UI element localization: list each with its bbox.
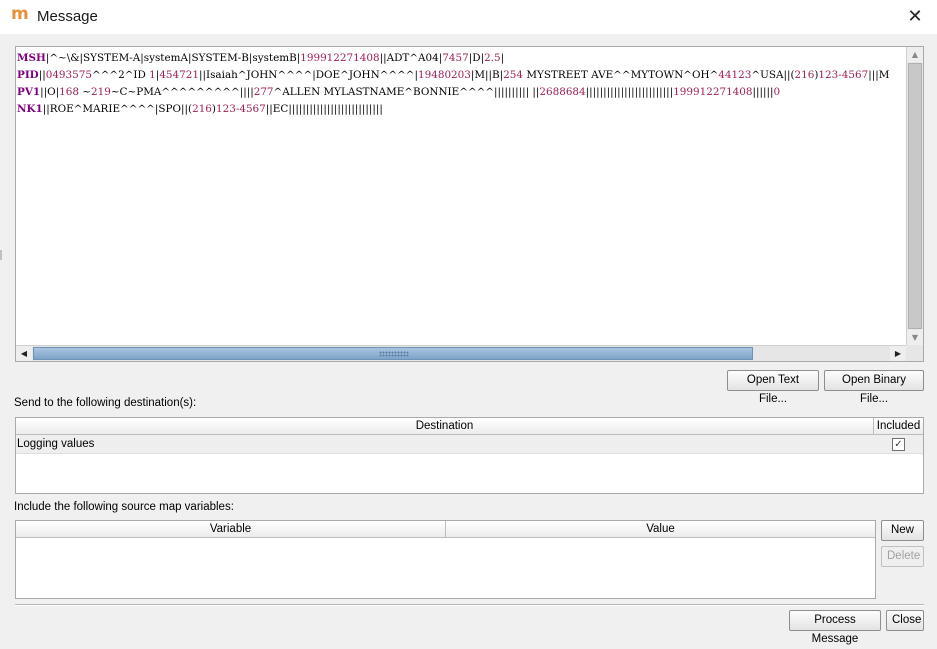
message-number: 454721 — [159, 69, 199, 81]
segment-name: NK1 — [17, 103, 43, 115]
vertical-scroll-thumb[interactable] — [908, 63, 922, 329]
included-checkbox[interactable]: ✓ — [892, 438, 905, 451]
new-variable-button[interactable]: New — [881, 520, 924, 541]
scroll-down-icon[interactable]: ▼ — [907, 330, 923, 345]
message-text: MYSTREET AVE^^MYTOWN^OH^ — [523, 69, 719, 81]
included-column-header[interactable]: Included — [874, 418, 923, 435]
table-row[interactable]: Logging values ✓ — [16, 435, 923, 454]
message-text: ||ROE^MARIE^^^^|SPO||( — [42, 103, 193, 115]
message-text: |D| — [468, 52, 485, 64]
message-text: |^~\&|SYSTEM-A|systemA|SYSTEM-B|systemB| — [45, 52, 301, 64]
message-text: ~C~PMA^^^^^^^^^|||| — [110, 86, 254, 98]
mirth-logo-icon: m — [11, 4, 29, 24]
message-text: ||Isaiah^JOHN^^^^|DOE^JOHN^^^^| — [198, 69, 418, 81]
segment-name: MSH — [17, 52, 46, 64]
delete-variable-button[interactable]: Delete — [881, 546, 924, 567]
horizontal-scroll-thumb[interactable] — [33, 347, 753, 360]
message-number: 0 — [773, 86, 781, 98]
message-number: 254 — [503, 69, 524, 81]
message-number: 123-4567 — [215, 103, 266, 115]
message-text: ~ — [78, 86, 91, 98]
message-number: 216 — [794, 69, 815, 81]
variables-label: Include the following source map variabl… — [14, 501, 234, 513]
message-number: 19480203 — [418, 69, 471, 81]
window-edge — [0, 250, 2, 260]
message-text: ^USA||( — [751, 69, 795, 81]
segment-name: PID — [17, 69, 39, 81]
message-number: 2688684 — [539, 86, 586, 98]
message-text: |M||B| — [470, 69, 504, 81]
message-number: 2.5 — [484, 52, 501, 64]
message-text: ^ALLEN MYLASTNAME^BONNIE^^^^|||||||||| |… — [273, 86, 540, 98]
message-text: ||ADT^A04| — [379, 52, 443, 64]
value-column-header[interactable]: Value — [446, 521, 875, 538]
message-line: PID||0493575^^^2^ID 1|454721||Isaiah^JOH… — [17, 67, 906, 84]
message-number: 199912271408 — [673, 86, 753, 98]
message-text: ||EC||||||||||||||||||||||||||| — [265, 103, 383, 115]
message-number: 219 — [91, 86, 111, 98]
footer-separator — [15, 604, 924, 606]
message-text: |||||| — [752, 86, 774, 98]
message-text: |||M — [868, 69, 890, 81]
scroll-up-icon[interactable]: ▲ — [907, 47, 923, 62]
message-text: || — [38, 69, 46, 81]
horizontal-scrollbar[interactable]: ◀ ▶ — [16, 345, 906, 361]
close-icon[interactable]: ✕ — [900, 5, 930, 29]
message-line: PV1||O|168 ~219~C~PMA^^^^^^^^^||||277^AL… — [17, 84, 906, 101]
message-number: 277 — [253, 86, 274, 98]
open-binary-file-button[interactable]: Open Binary File... — [824, 370, 924, 405]
scroll-grip-icon — [379, 351, 409, 357]
destination-name: Logging values — [17, 438, 95, 450]
variable-column-header[interactable]: Variable — [16, 521, 446, 538]
message-text: | — [500, 52, 505, 64]
process-message-button[interactable]: Process Message — [789, 610, 881, 645]
message-text-area[interactable]: MSH|^~\&|SYSTEM-A|systemA|SYSTEM-B|syste… — [17, 50, 906, 346]
message-number: 199912271408 — [300, 52, 380, 64]
message-text: ||||||||||||||||||||||||| — [585, 86, 674, 98]
message-line: NK1||ROE^MARIE^^^^|SPO||(216)123-4567||E… — [17, 101, 906, 118]
close-button[interactable]: Close — [886, 610, 924, 631]
message-number: 0493575 — [45, 69, 92, 81]
scroll-corner — [906, 345, 923, 361]
message-number: 216 — [192, 103, 212, 115]
message-number: 44123 — [718, 69, 752, 81]
message-number: 123-4567 — [818, 69, 869, 81]
destinations-label: Send to the following destination(s): — [14, 397, 197, 409]
destinations-table[interactable]: Destination Included Logging values ✓ — [15, 417, 924, 494]
message-text: ^^^2^ID — [91, 69, 150, 81]
message-number: 7457 — [442, 52, 469, 64]
open-text-file-button[interactable]: Open Text File... — [727, 370, 819, 405]
title-bar: m Message ✕ — [0, 0, 937, 34]
vertical-scrollbar[interactable]: ▲ ▼ — [906, 47, 923, 345]
variables-table[interactable]: Variable Value — [15, 520, 876, 599]
scroll-right-icon[interactable]: ▶ — [890, 346, 906, 361]
message-text: ||O| — [40, 86, 60, 98]
message-number: 168 — [59, 86, 79, 98]
window-title: Message — [37, 8, 98, 25]
message-line: MSH|^~\&|SYSTEM-A|systemA|SYSTEM-B|syste… — [17, 50, 906, 67]
destination-column-header[interactable]: Destination — [16, 418, 874, 435]
message-number: 1 — [149, 69, 156, 81]
message-editor[interactable]: MSH|^~\&|SYSTEM-A|systemA|SYSTEM-B|syste… — [15, 46, 924, 362]
scroll-left-icon[interactable]: ◀ — [16, 346, 32, 361]
segment-name: PV1 — [17, 86, 41, 98]
